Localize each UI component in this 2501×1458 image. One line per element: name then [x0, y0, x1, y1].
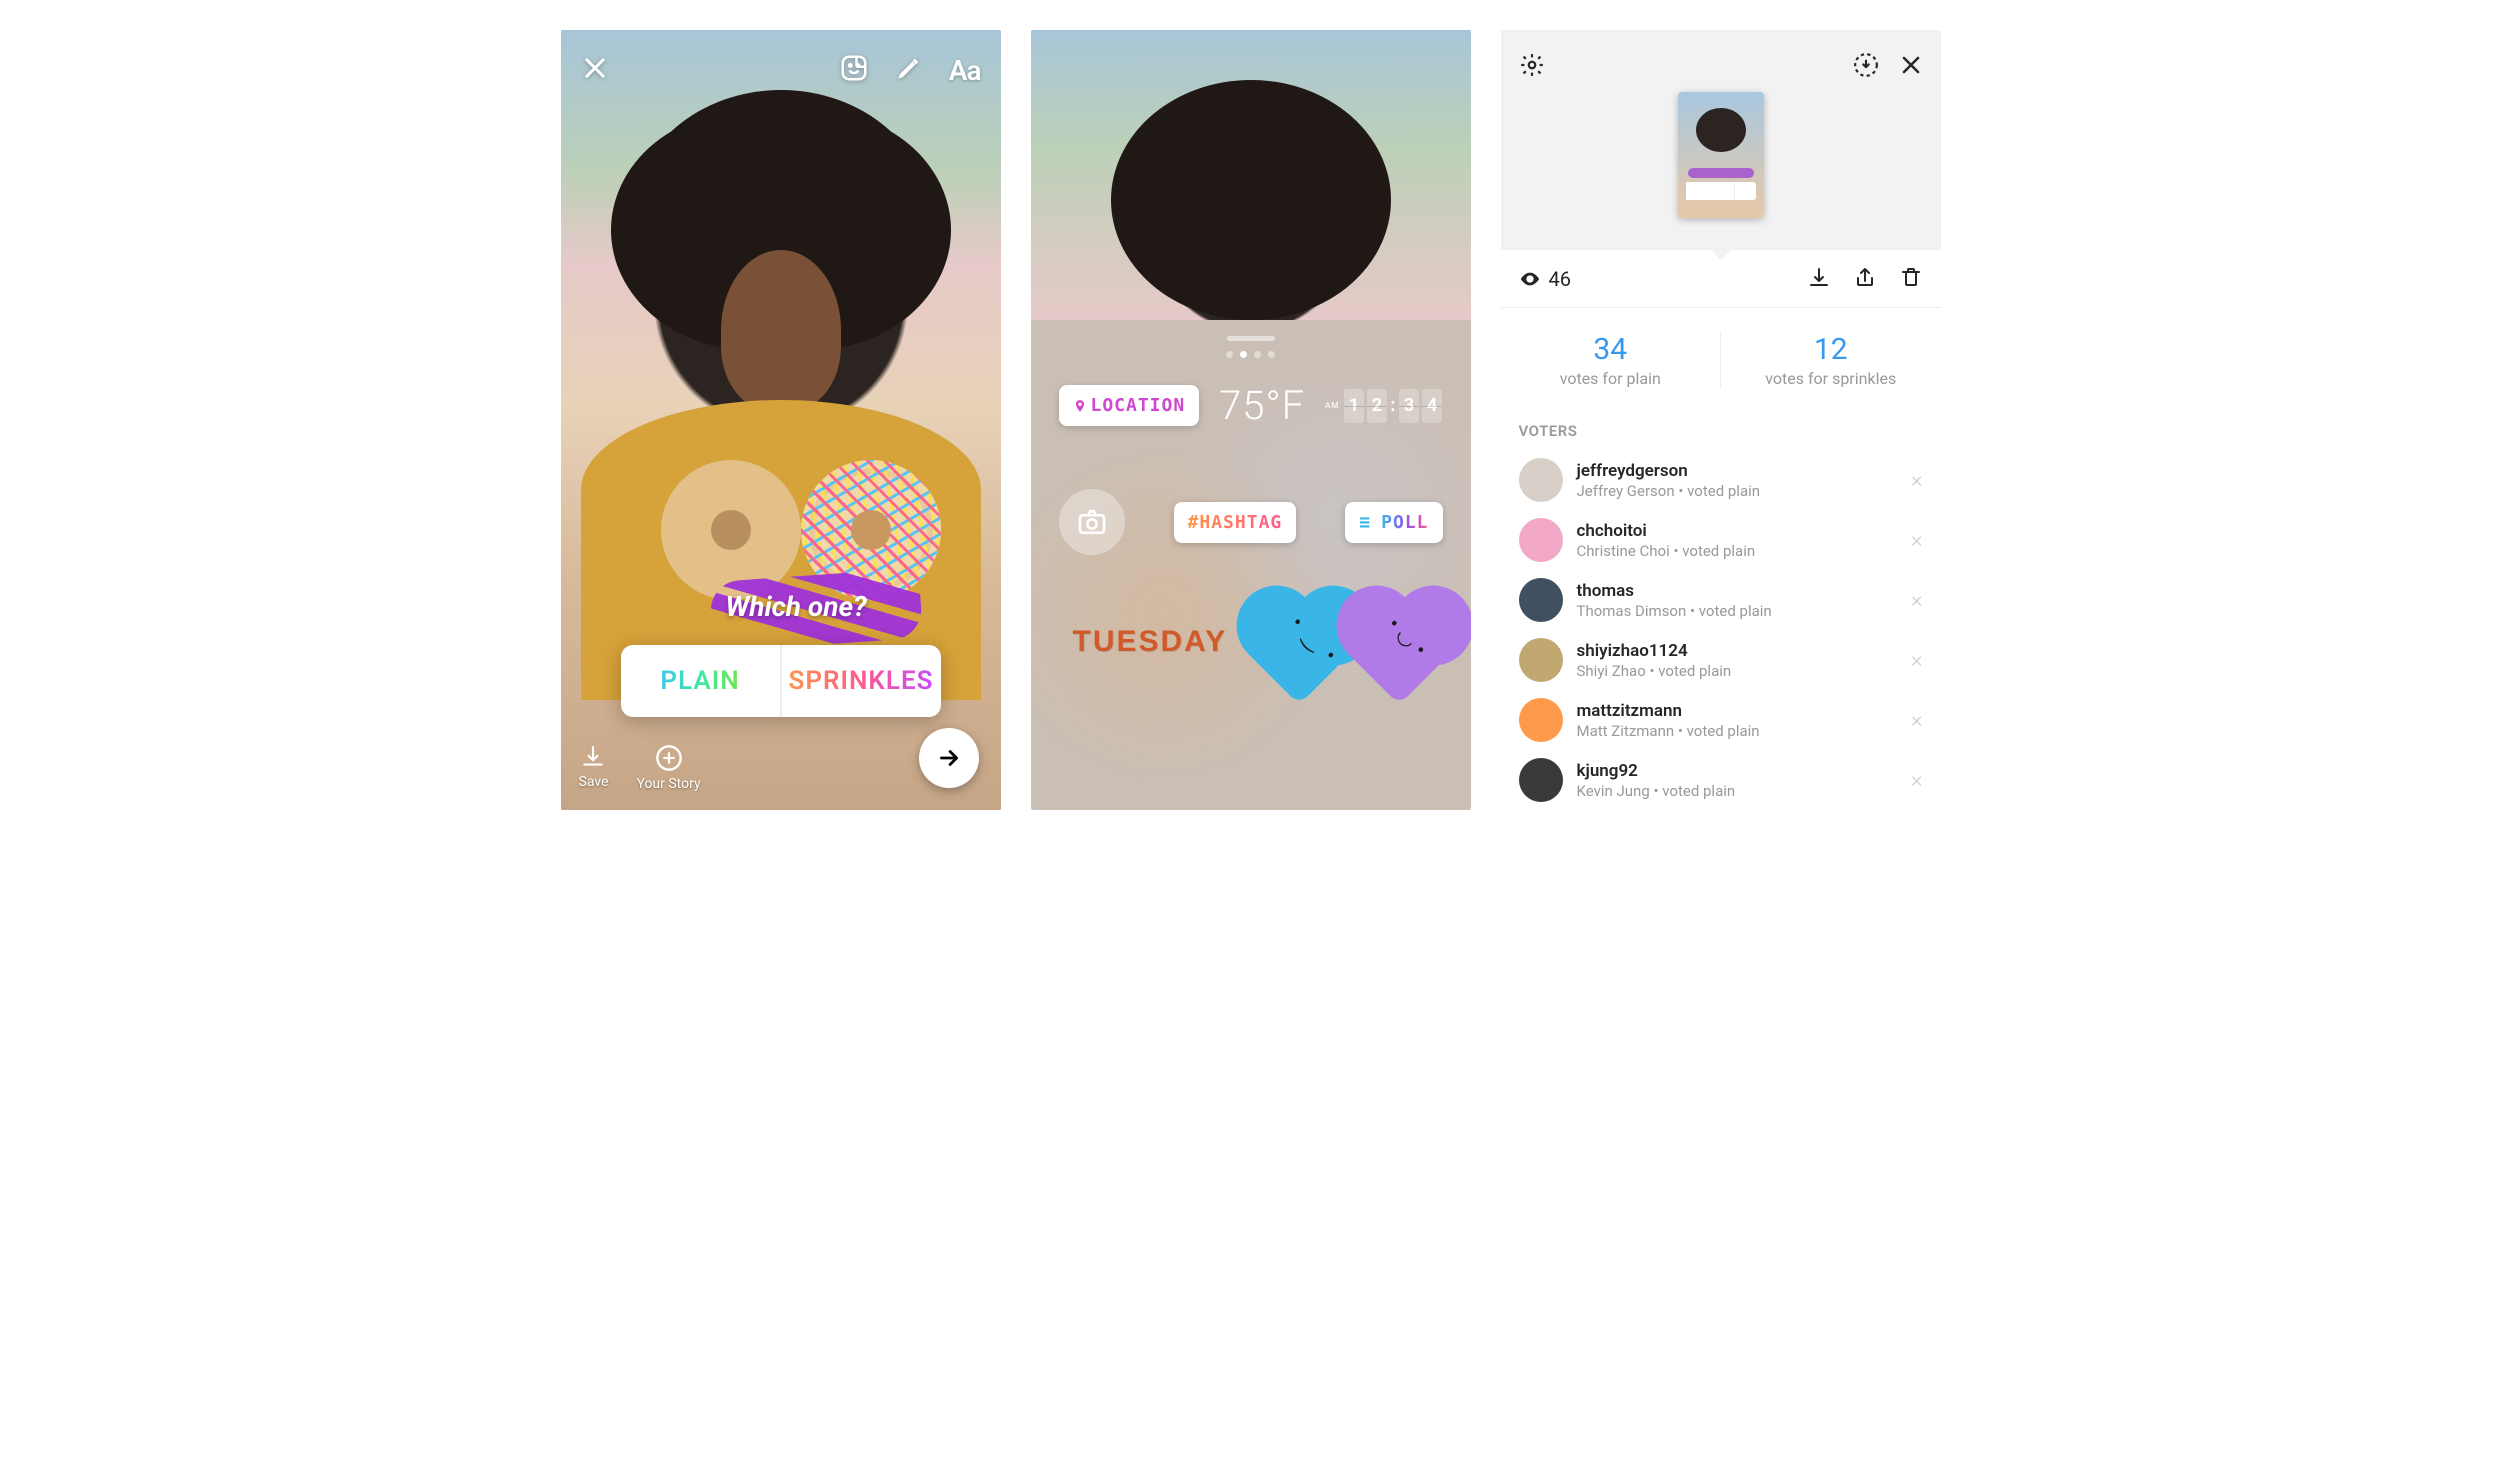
save-story-button[interactable] — [1853, 52, 1879, 82]
voter-avatar — [1519, 638, 1563, 682]
clock-sticker[interactable]: AM 1 2 : 3 4 — [1325, 389, 1442, 423]
text-button[interactable]: Aa — [949, 54, 981, 87]
location-sticker[interactable]: LOCATION — [1059, 385, 1200, 426]
settings-button[interactable] — [1519, 52, 1545, 82]
remove-voter-button[interactable]: × — [1911, 468, 1923, 493]
editor-top-toolbar: Aa — [581, 50, 981, 90]
poll-option-b[interactable]: SPRINKLES — [782, 645, 941, 717]
remove-voter-button[interactable]: × — [1911, 708, 1923, 733]
story-editor-screen: Aa Which one? PLAIN SPRINKLES Save Your … — [561, 30, 1001, 810]
page-dot[interactable] — [1254, 351, 1261, 358]
your-story-button[interactable]: Your Story — [636, 744, 700, 792]
poll-option-a[interactable]: PLAIN — [621, 645, 782, 717]
voter-username: chchoitoi — [1577, 521, 1897, 541]
voter-subtitle: Matt Zitzmann • voted plain — [1577, 722, 1897, 740]
poll-sticker[interactable]: PLAIN SPRINKLES — [621, 645, 941, 717]
voter-subtitle: Thomas Dimson • voted plain — [1577, 602, 1897, 620]
voter-subtitle: Christine Choi • voted plain — [1577, 542, 1897, 560]
remove-voter-button[interactable]: × — [1911, 588, 1923, 613]
story-thumbnail[interactable] — [1678, 92, 1764, 218]
your-story-label: Your Story — [636, 776, 700, 792]
heart-sticker-blue[interactable]: • ‿ • — [1262, 615, 1342, 687]
voter-row[interactable]: mattzitzmannMatt Zitzmann • voted plain × — [1501, 690, 1941, 750]
view-count: 46 — [1519, 267, 1571, 291]
send-story-button[interactable] — [919, 728, 979, 788]
voter-avatar — [1519, 518, 1563, 562]
tray-page-dots — [1059, 351, 1443, 358]
story-photo-behind-tray — [1031, 30, 1471, 320]
page-dot[interactable] — [1268, 351, 1275, 358]
temperature-sticker[interactable]: 75°F — [1219, 382, 1305, 429]
tray-drag-handle[interactable] — [1227, 336, 1275, 341]
remove-voter-button[interactable]: × — [1911, 648, 1923, 673]
remove-voter-button[interactable]: × — [1911, 528, 1923, 553]
voter-row[interactable]: kjung92Kevin Jung • voted plain × — [1501, 750, 1941, 810]
voters-list: jeffreydgersonJeffrey Gerson • voted pla… — [1501, 450, 1941, 810]
poll-bars-icon: ≡ — [1359, 512, 1371, 533]
camera-sticker[interactable] — [1059, 489, 1125, 555]
voter-row[interactable]: chchoitoiChristine Choi • voted plain × — [1501, 510, 1941, 570]
vote-summary: 34 votes for plain 12 votes for sprinkle… — [1501, 308, 1941, 412]
weekday-sticker[interactable]: TUESDAY — [1059, 615, 1242, 669]
voter-subtitle: Jeffrey Gerson • voted plain — [1577, 482, 1897, 500]
hashtag-sticker[interactable]: #HASHTAG — [1174, 502, 1297, 543]
photo-face — [721, 250, 841, 410]
results-header — [1501, 30, 1941, 250]
vote-col-plain: 34 votes for plain — [1501, 332, 1722, 388]
voter-subtitle: Kevin Jung • voted plain — [1577, 782, 1897, 800]
save-button[interactable]: Save — [579, 744, 609, 792]
close-button[interactable] — [581, 54, 609, 86]
draw-button[interactable] — [895, 54, 923, 86]
poll-question-text[interactable]: Which one? — [726, 590, 867, 623]
voter-row[interactable]: jeffreydgersonJeffrey Gerson • voted pla… — [1501, 450, 1941, 510]
vote-col-sprinkles: 12 votes for sprinkles — [1721, 332, 1941, 388]
page-dot-active[interactable] — [1240, 351, 1247, 358]
voter-avatar — [1519, 698, 1563, 742]
delete-button[interactable] — [1899, 265, 1923, 293]
voter-avatar — [1519, 578, 1563, 622]
voter-username: shiyizhao1124 — [1577, 641, 1897, 661]
stickers-button[interactable] — [839, 53, 869, 87]
voter-subtitle: Shiyi Zhao • voted plain — [1577, 662, 1897, 680]
voter-username: jeffreydgerson — [1577, 461, 1897, 481]
page-dot[interactable] — [1226, 351, 1233, 358]
voters-header: VOTERS — [1501, 412, 1941, 450]
remove-voter-button[interactable]: × — [1911, 768, 1923, 793]
save-label: Save — [579, 774, 609, 790]
poll-sticker-option[interactable]: ≡POLL — [1345, 502, 1442, 543]
heart-sticker-purple[interactable]: • ◡ • — [1362, 615, 1442, 687]
sticker-tray-screen: LOCATION 75°F AM 1 2 : 3 4 #HASHTAG — [1031, 30, 1471, 810]
voter-username: thomas — [1577, 581, 1897, 601]
download-button[interactable] — [1807, 265, 1831, 293]
voter-row[interactable]: shiyizhao1124Shiyi Zhao • voted plain × — [1501, 630, 1941, 690]
share-button[interactable] — [1853, 265, 1877, 293]
voter-username: mattzitzmann — [1577, 701, 1897, 721]
voter-row[interactable]: thomasThomas Dimson • voted plain × — [1501, 570, 1941, 630]
poll-results-screen: 46 34 votes for plain 12 votes for sprin… — [1501, 30, 1941, 810]
voter-username: kjung92 — [1577, 761, 1897, 781]
voter-avatar — [1519, 458, 1563, 502]
editor-bottom-left: Save Your Story — [579, 744, 701, 792]
close-results-button[interactable] — [1899, 53, 1923, 81]
sticker-tray[interactable]: LOCATION 75°F AM 1 2 : 3 4 #HASHTAG — [1031, 320, 1471, 810]
voter-avatar — [1519, 758, 1563, 802]
